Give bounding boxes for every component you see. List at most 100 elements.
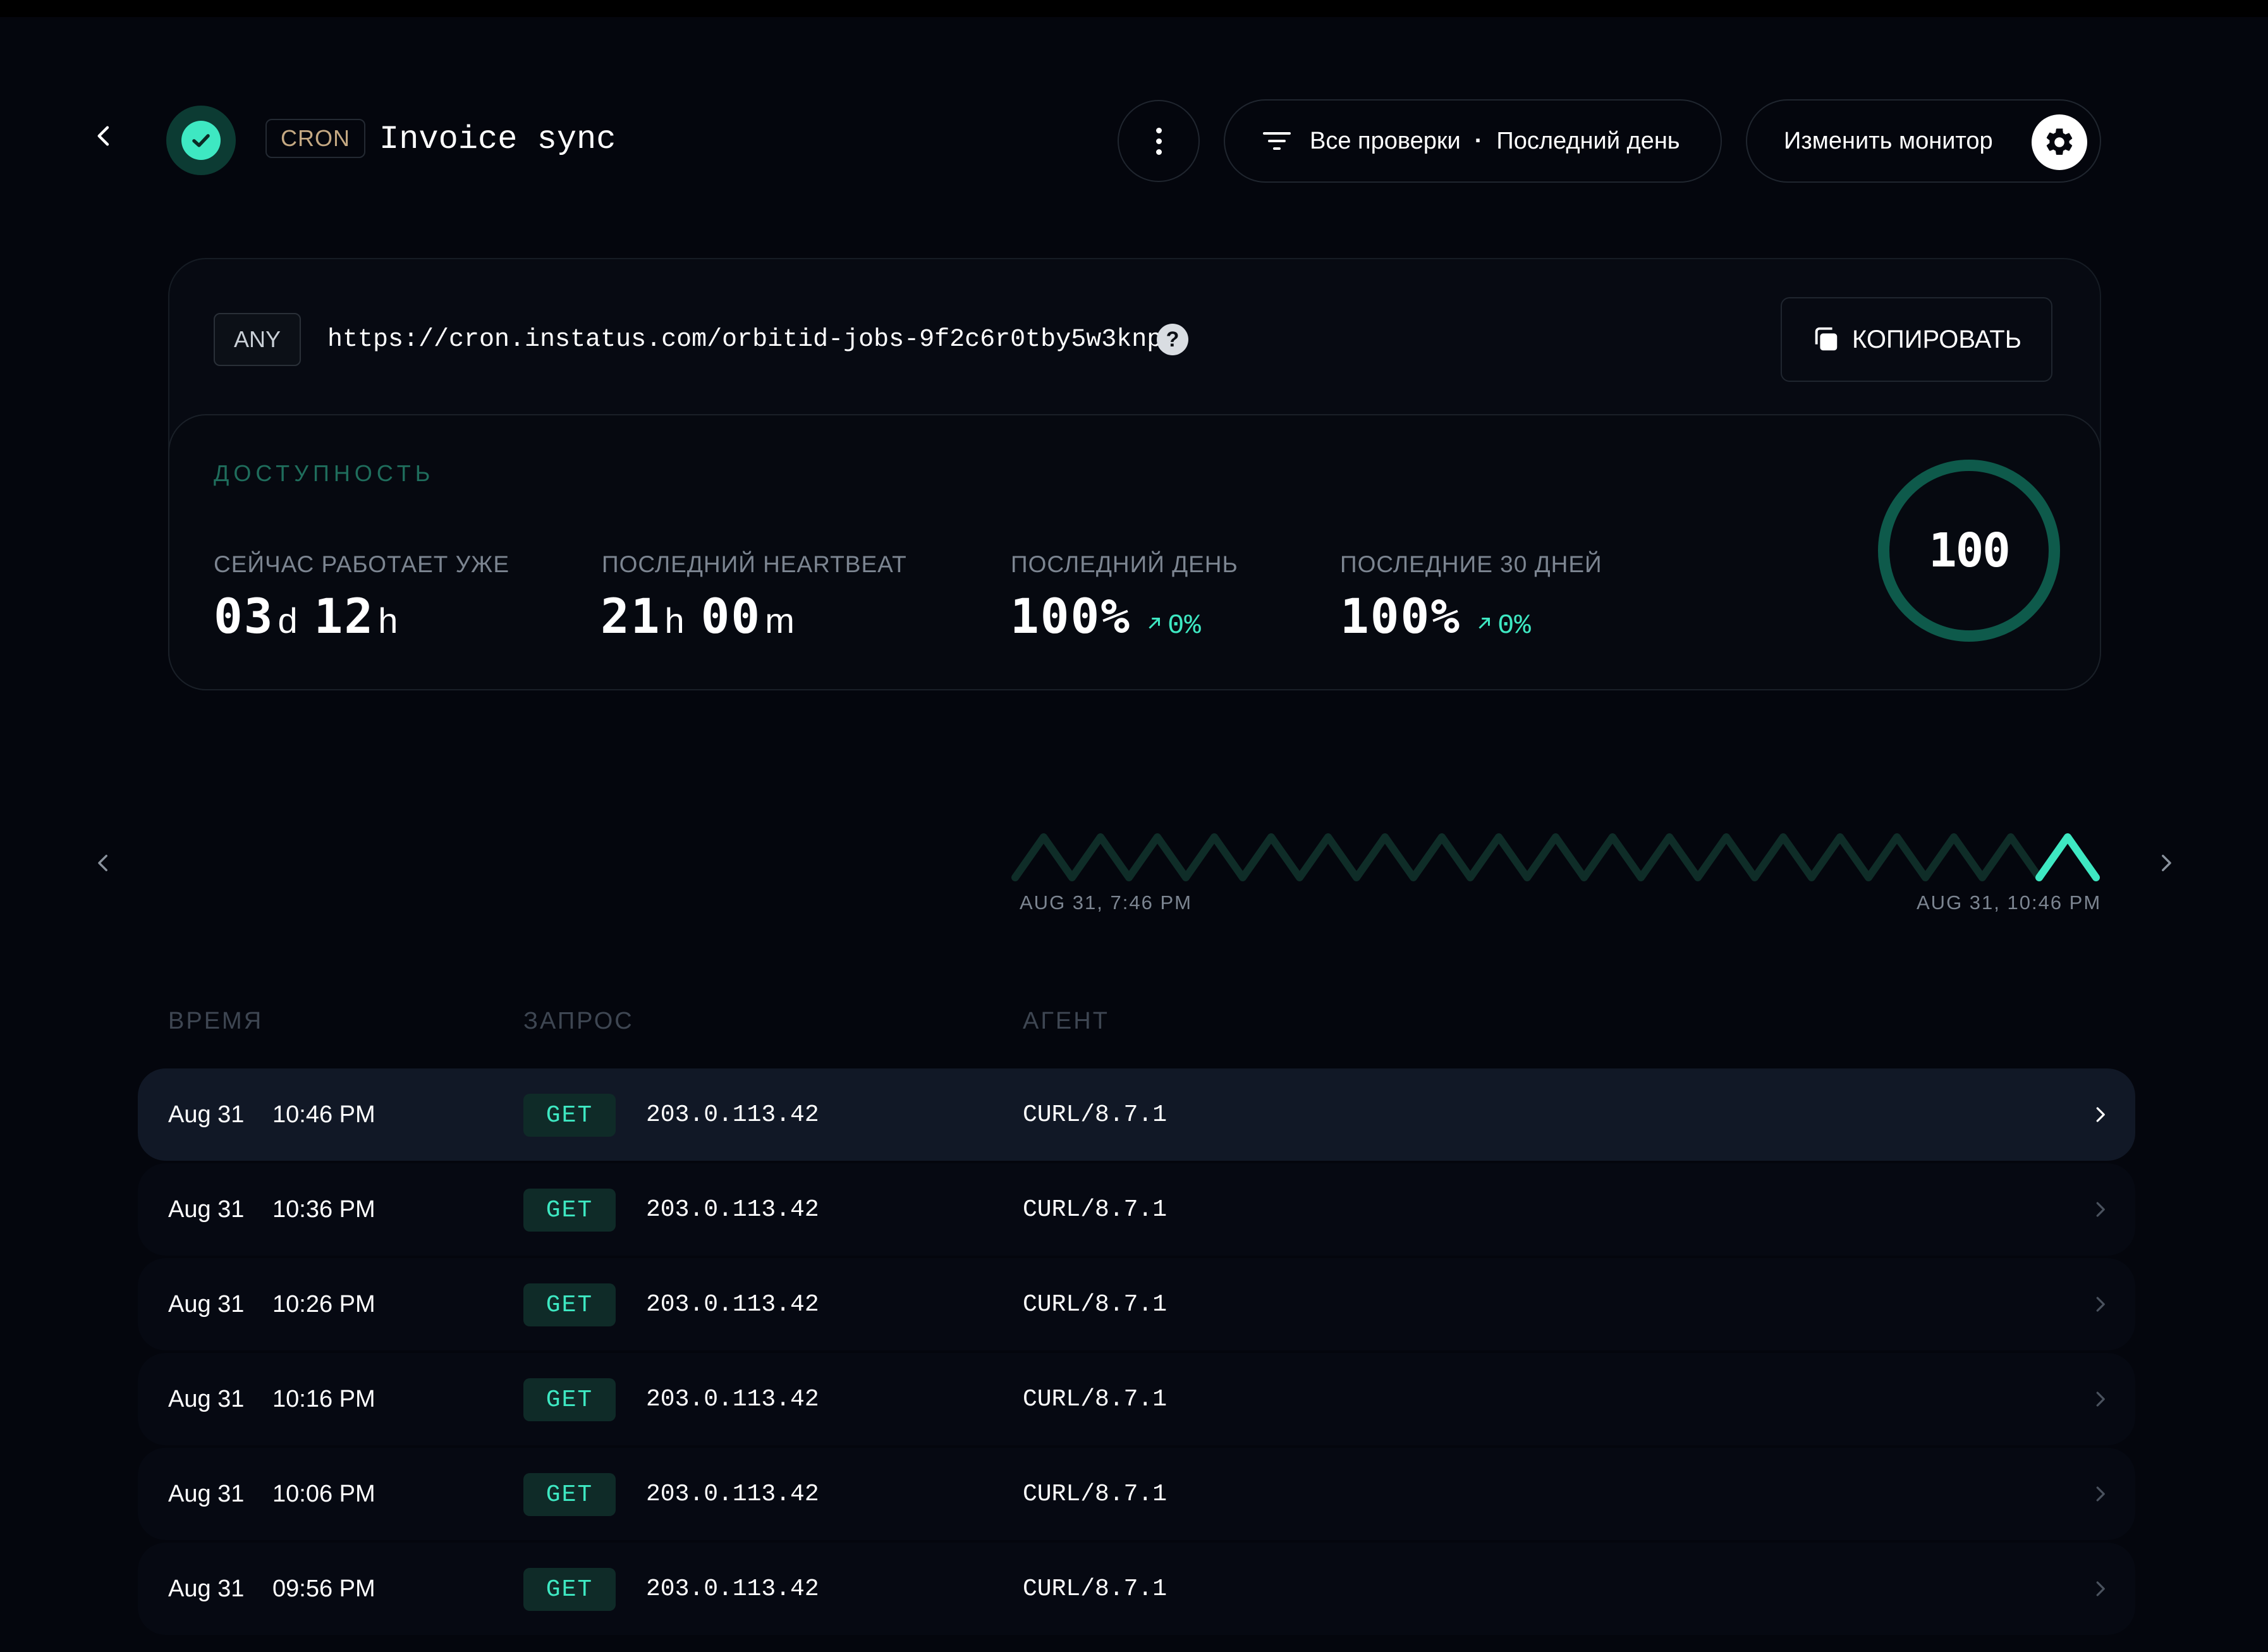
filter-icon bbox=[1263, 132, 1291, 150]
row-time: 10:06 PM bbox=[272, 1480, 375, 1507]
table-row[interactable]: Aug 31 09:56 PM GET 203.0.113.42 CURL/8.7.1 bbox=[138, 1543, 2135, 1635]
row-date: Aug 31 bbox=[168, 1101, 245, 1128]
last-day-value-group: 100% 0% bbox=[1010, 588, 1201, 644]
copy-url-button[interactable]: КОПИРОВАТЬ bbox=[1781, 297, 2052, 382]
row-agent: CURL/8.7.1 bbox=[1023, 1101, 1168, 1129]
row-method-badge: GET bbox=[523, 1094, 616, 1137]
last-day-label: ПОСЛЕДНИЙ ДЕНЬ bbox=[1011, 551, 1238, 577]
heartbeat-label: ПОСЛЕДНИЙ HEARTBEAT bbox=[602, 551, 907, 577]
last-30-days-delta: 0% bbox=[1497, 610, 1531, 642]
row-ip: 203.0.113.42 bbox=[646, 1575, 819, 1603]
chevron-right-icon bbox=[2085, 1574, 2115, 1604]
edit-monitor-button[interactable]: Изменить монитор bbox=[1746, 99, 2101, 183]
heartbeat-minutes-unit: m bbox=[765, 601, 795, 640]
uptime-hours-unit: h bbox=[378, 601, 398, 640]
gear-icon bbox=[2032, 114, 2087, 170]
heartbeat-value: 21 h 00 m bbox=[601, 588, 811, 644]
timeline-prev-button[interactable] bbox=[78, 838, 129, 888]
row-time: 10:46 PM bbox=[272, 1101, 375, 1128]
row-time: 09:56 PM bbox=[272, 1575, 375, 1602]
copy-label: КОПИРОВАТЬ bbox=[1852, 325, 2021, 353]
row-date: Aug 31 bbox=[168, 1575, 245, 1602]
row-ip: 203.0.113.42 bbox=[646, 1101, 819, 1129]
last-day-delta: 0% bbox=[1168, 610, 1201, 642]
status-indicator bbox=[166, 106, 236, 175]
row-agent: CURL/8.7.1 bbox=[1023, 1385, 1168, 1413]
table-row[interactable]: Aug 31 10:26 PM GET 203.0.113.42 CURL/8.7.1 bbox=[138, 1258, 2135, 1350]
uptime-days: 03 bbox=[214, 588, 274, 644]
row-time: 10:36 PM bbox=[272, 1196, 375, 1223]
chevron-left-icon bbox=[98, 854, 107, 872]
heartbeat-minutes: 00 bbox=[700, 588, 762, 644]
timeline-latest-beat bbox=[2035, 833, 2100, 881]
availability-heading: ДОСТУПНОСТЬ bbox=[214, 460, 435, 486]
ping-url: https://cron.instatus.com/orbitid-jobs-9… bbox=[327, 325, 1162, 354]
last-30-days-value: 100% bbox=[1340, 588, 1461, 644]
heartbeat-hours-unit: h bbox=[664, 601, 685, 640]
more-options-button[interactable] bbox=[1118, 100, 1200, 182]
window-top-strip bbox=[0, 0, 2268, 17]
uptime-value: 03 d 12 h bbox=[214, 588, 414, 644]
row-ip: 203.0.113.42 bbox=[646, 1480, 819, 1508]
row-method-badge: GET bbox=[523, 1568, 616, 1611]
uptime-label: СЕЙЧАС РАБОТАЕТ УЖЕ bbox=[214, 551, 510, 577]
chevron-right-icon bbox=[2085, 1289, 2115, 1319]
row-agent: CURL/8.7.1 bbox=[1023, 1196, 1168, 1223]
filter-separator: · bbox=[1474, 127, 1483, 154]
row-date: Aug 31 bbox=[168, 1385, 245, 1412]
more-dots-icon bbox=[1155, 127, 1162, 133]
chevron-right-icon bbox=[2085, 1479, 2115, 1509]
chevron-right-icon bbox=[2085, 1194, 2115, 1225]
row-date: Aug 31 bbox=[168, 1290, 245, 1318]
heartbeat-timeline bbox=[1011, 833, 2100, 881]
table-row[interactable]: Aug 31 10:46 PM GET 203.0.113.42 CURL/8.7.1 bbox=[138, 1068, 2135, 1161]
column-header-agent: АГЕНТ bbox=[1023, 1008, 1109, 1034]
filter-period-label: Последний день bbox=[1496, 127, 1680, 154]
row-method-badge: GET bbox=[523, 1378, 616, 1421]
row-agent: CURL/8.7.1 bbox=[1023, 1290, 1168, 1318]
availability-score-ring: 100 bbox=[1878, 460, 2060, 642]
timeline-start-label: AUG 31, 7:46 PM bbox=[1020, 891, 1192, 914]
monitor-title: Invoice sync bbox=[379, 120, 616, 158]
row-agent: CURL/8.7.1 bbox=[1023, 1575, 1168, 1603]
row-ip: 203.0.113.42 bbox=[646, 1290, 819, 1318]
check-icon bbox=[181, 121, 221, 160]
chevron-left-icon bbox=[97, 126, 109, 146]
row-time: 10:16 PM bbox=[272, 1385, 375, 1412]
row-method-badge: GET bbox=[523, 1283, 616, 1326]
chevron-right-icon bbox=[2085, 1384, 2115, 1414]
help-icon[interactable]: ? bbox=[1157, 324, 1188, 355]
uptime-days-unit: d bbox=[277, 601, 298, 640]
table-row[interactable]: Aug 31 10:36 PM GET 203.0.113.42 CURL/8.7.1 bbox=[138, 1163, 2135, 1256]
column-header-time: ВРЕМЯ bbox=[168, 1008, 264, 1034]
row-ip: 203.0.113.42 bbox=[646, 1385, 819, 1413]
edit-monitor-label: Изменить монитор bbox=[1784, 127, 1993, 154]
filter-button[interactable]: Все проверки · Последний день bbox=[1224, 99, 1722, 183]
row-method-badge: GET bbox=[523, 1189, 616, 1232]
chevron-right-icon bbox=[2162, 854, 2171, 872]
last-30-days-label: ПОСЛЕДНИЕ 30 ДНЕЙ bbox=[1340, 551, 1602, 577]
row-date: Aug 31 bbox=[168, 1196, 245, 1223]
arrow-up-right-icon bbox=[1478, 618, 1491, 629]
chevron-right-icon bbox=[2085, 1099, 2115, 1130]
table-row[interactable]: Aug 31 10:16 PM GET 203.0.113.42 CURL/8.7.1 bbox=[138, 1353, 2135, 1445]
row-time: 10:26 PM bbox=[272, 1290, 375, 1318]
column-header-request: ЗАПРОС bbox=[523, 1008, 634, 1034]
last-30-days-value-group: 100% 0% bbox=[1340, 588, 1531, 644]
monitor-type-badge: CRON bbox=[265, 119, 365, 158]
row-ip: 203.0.113.42 bbox=[646, 1196, 819, 1223]
row-agent: CURL/8.7.1 bbox=[1023, 1480, 1168, 1508]
last-day-value: 100% bbox=[1010, 588, 1131, 644]
copy-icon bbox=[1815, 327, 1838, 351]
heartbeat-hours: 21 bbox=[601, 588, 661, 644]
back-button[interactable] bbox=[82, 114, 126, 158]
timeline-next-button[interactable] bbox=[2140, 838, 2191, 888]
timeline-wave bbox=[1011, 833, 2043, 881]
row-method-badge: GET bbox=[523, 1473, 616, 1516]
row-date: Aug 31 bbox=[168, 1480, 245, 1507]
more-dot bbox=[1155, 149, 1162, 155]
http-method-badge: ANY bbox=[214, 313, 302, 366]
filter-scope-label: Все проверки bbox=[1310, 127, 1461, 154]
timeline-end-label: AUG 31, 10:46 PM bbox=[1917, 891, 2102, 914]
table-row[interactable]: Aug 31 10:06 PM GET 203.0.113.42 CURL/8.7.1 bbox=[138, 1448, 2135, 1540]
